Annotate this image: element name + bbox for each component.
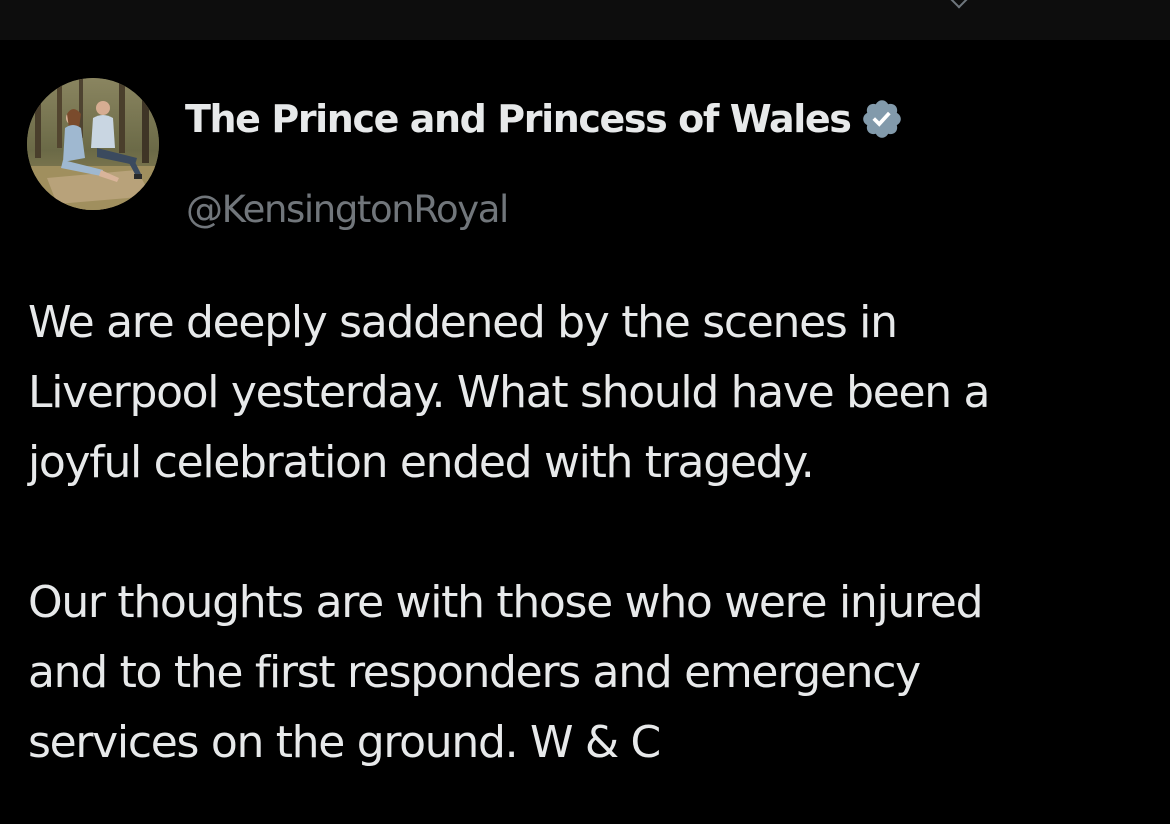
tweet-text-line: joyful celebration ended with tragedy.: [28, 437, 815, 488]
tweet-text: We are deeply saddened by the scenes in …: [28, 288, 1148, 778]
verified-badge-icon[interactable]: [860, 97, 904, 141]
avatar[interactable]: [27, 78, 159, 210]
top-bar: [0, 0, 1170, 40]
author-name[interactable]: The Prince and Princess of Wales: [185, 97, 852, 141]
tweet-card[interactable]: The Prince and Princess of Wales @Kensin…: [0, 40, 1170, 824]
tweet-text-line: We are deeply saddened by the scenes in: [28, 297, 898, 348]
tweet-text-line: and to the first responders and emergenc…: [28, 647, 921, 698]
author-handle[interactable]: @KensingtonRoyal: [186, 188, 509, 231]
author-name-row: The Prince and Princess of Wales: [185, 94, 904, 144]
tweet-text-line: services on the ground. W & C: [28, 717, 661, 768]
avatar-photo: [27, 78, 159, 210]
tweet-text-line: Our thoughts are with those who were inj…: [28, 577, 984, 628]
tweet-text-line: Liverpool yesterday. What should have be…: [28, 367, 991, 418]
chevron-down-icon[interactable]: [950, 0, 968, 9]
